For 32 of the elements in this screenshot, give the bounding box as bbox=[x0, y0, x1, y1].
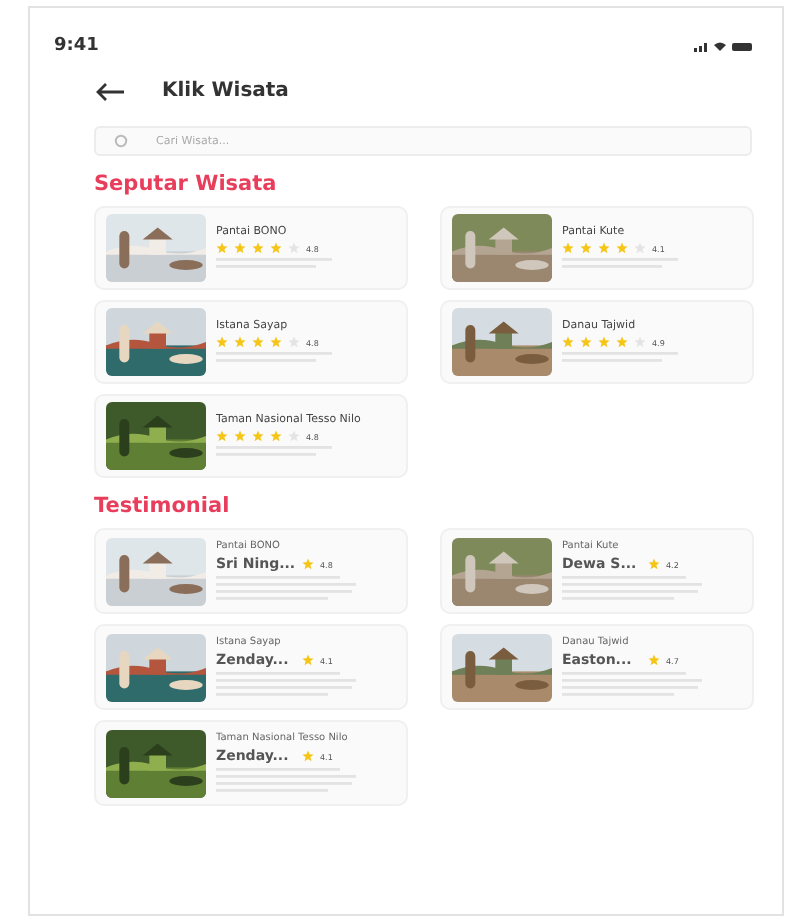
star-icon bbox=[302, 750, 314, 762]
star-icon bbox=[616, 336, 628, 348]
star-icon bbox=[302, 558, 314, 570]
star-icon bbox=[252, 242, 264, 254]
star-icon bbox=[302, 654, 314, 666]
status-icons bbox=[694, 40, 754, 52]
star-icon bbox=[270, 242, 282, 254]
section-title: Testimonial bbox=[94, 494, 232, 518]
star-icon bbox=[562, 336, 574, 348]
star-icon bbox=[252, 430, 264, 442]
star-icon bbox=[598, 336, 610, 348]
star-icon bbox=[580, 336, 592, 348]
star-icon bbox=[216, 336, 228, 348]
star-icon bbox=[648, 558, 660, 570]
star-icon bbox=[616, 242, 628, 254]
star-icon bbox=[270, 430, 282, 442]
star-icon bbox=[216, 430, 228, 442]
search-icon bbox=[114, 134, 128, 148]
star-icon bbox=[234, 242, 246, 254]
back-arrow-icon[interactable] bbox=[94, 81, 126, 101]
page-title: Klik Wisata bbox=[162, 80, 289, 102]
star-icon bbox=[562, 242, 574, 254]
star-icon bbox=[270, 336, 282, 348]
star-icon bbox=[234, 336, 246, 348]
star-icon bbox=[234, 430, 246, 442]
star-icon bbox=[648, 654, 660, 666]
section-title: Seputar Wisata bbox=[94, 172, 279, 196]
star-icon bbox=[216, 242, 228, 254]
status-time: 9:41 bbox=[54, 36, 99, 56]
star-icon bbox=[252, 336, 264, 348]
star-icon bbox=[580, 242, 592, 254]
star-icon bbox=[598, 242, 610, 254]
